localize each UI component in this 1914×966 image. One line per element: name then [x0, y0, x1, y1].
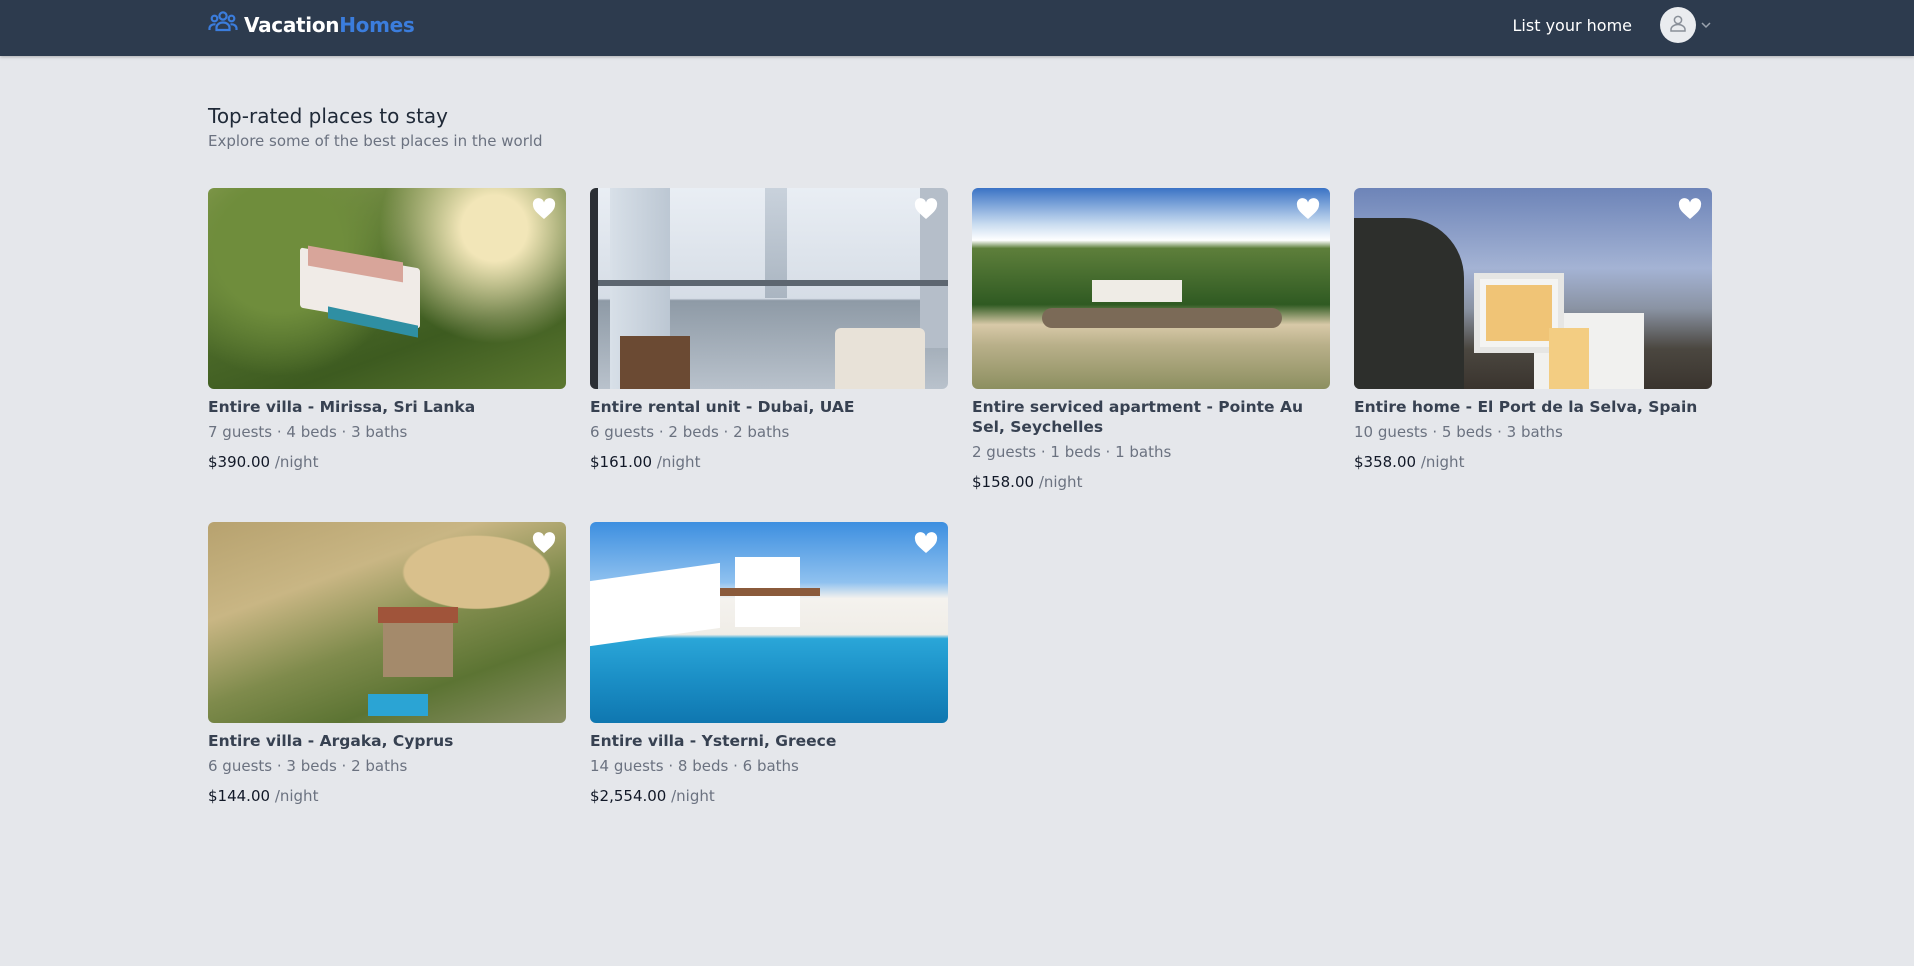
main-content: Top-rated places to stay Explore some of… [208, 104, 1714, 805]
heart-icon[interactable] [914, 198, 938, 220]
chevron-down-icon[interactable] [1700, 19, 1712, 31]
heart-icon[interactable] [532, 198, 556, 220]
listings-grid: Entire villa - Mirissa, Sri Lanka 7 gues… [208, 188, 1712, 856]
price-value: $144.00 [208, 787, 271, 805]
listing-photo[interactable] [1354, 188, 1712, 389]
listing-price: $161.00 /night [590, 453, 948, 471]
price-unit: /night [274, 453, 319, 471]
top-navbar: VacationHomes List your home [0, 0, 1914, 56]
user-icon [1668, 13, 1688, 37]
heart-icon[interactable] [1678, 198, 1702, 220]
listing-details: 6 guests · 2 beds · 2 baths [590, 423, 790, 441]
listing-photo[interactable] [208, 188, 566, 389]
price-value: $158.00 [972, 473, 1035, 491]
price-value: $390.00 [208, 453, 271, 471]
listing-title[interactable]: Entire villa - Mirissa, Sri Lanka [208, 397, 566, 417]
listing-details: 2 guests · 1 beds · 1 baths [972, 443, 1172, 461]
listing-photo[interactable] [208, 522, 566, 723]
user-menu-avatar[interactable] [1660, 7, 1696, 43]
nav-actions: List your home [1513, 7, 1712, 43]
price-unit: /night [671, 787, 715, 805]
listing-card[interactable]: Entire villa - Ysterni, Greece 14 guests… [590, 522, 948, 856]
listing-price: $158.00 /night [972, 473, 1330, 491]
listing-title[interactable]: Entire rental unit - Dubai, UAE [590, 397, 948, 417]
price-value: $2,554.00 [590, 787, 667, 805]
price-unit: /night [1038, 473, 1083, 491]
listing-photo[interactable] [590, 522, 948, 723]
listing-details: 10 guests · 5 beds · 3 baths [1354, 423, 1563, 441]
brand-name-part2: Homes [339, 12, 415, 37]
listing-photo[interactable] [590, 188, 948, 389]
listing-price: $144.00 /night [208, 787, 566, 805]
heart-icon[interactable] [532, 532, 556, 554]
brand-name-part1: Vacation [244, 12, 340, 37]
listing-price: $390.00 /night [208, 453, 566, 471]
listing-card[interactable]: Entire rental unit - Dubai, UAE 6 guests… [590, 188, 948, 522]
brand-logo[interactable]: VacationHomes [208, 10, 415, 39]
listing-details: 7 guests · 4 beds · 3 baths [208, 423, 408, 441]
list-your-home-link[interactable]: List your home [1513, 16, 1632, 35]
listing-card[interactable]: Entire villa - Mirissa, Sri Lanka 7 gues… [208, 188, 566, 522]
listing-details: 14 guests · 8 beds · 6 baths [590, 757, 799, 775]
price-value: $358.00 [1354, 453, 1417, 471]
listing-details: 6 guests · 3 beds · 2 baths [208, 757, 408, 775]
heart-icon[interactable] [914, 532, 938, 554]
listing-card[interactable]: Entire home - El Port de la Selva, Spain… [1354, 188, 1712, 522]
price-unit: /night [274, 787, 319, 805]
listing-title[interactable]: Entire home - El Port de la Selva, Spain [1354, 397, 1712, 417]
listing-photo[interactable] [972, 188, 1330, 389]
listing-card[interactable]: Entire villa - Argaka, Cyprus 6 guests ·… [208, 522, 566, 856]
page-subtitle: Explore some of the best places in the w… [208, 132, 543, 150]
page-title: Top-rated places to stay [208, 104, 449, 128]
price-value: $161.00 [590, 453, 653, 471]
users-group-icon [208, 10, 238, 39]
price-unit: /night [656, 453, 701, 471]
listing-price: $358.00 /night [1354, 453, 1712, 471]
listing-card[interactable]: Entire serviced apartment - Pointe Au Se… [972, 188, 1330, 522]
heart-icon[interactable] [1296, 198, 1320, 220]
listing-title[interactable]: Entire serviced apartment - Pointe Au Se… [972, 397, 1330, 437]
listing-title[interactable]: Entire villa - Argaka, Cyprus [208, 731, 566, 751]
price-unit: /night [1420, 453, 1465, 471]
listing-price: $2,554.00 /night [590, 787, 948, 805]
listing-title[interactable]: Entire villa - Ysterni, Greece [590, 731, 948, 751]
